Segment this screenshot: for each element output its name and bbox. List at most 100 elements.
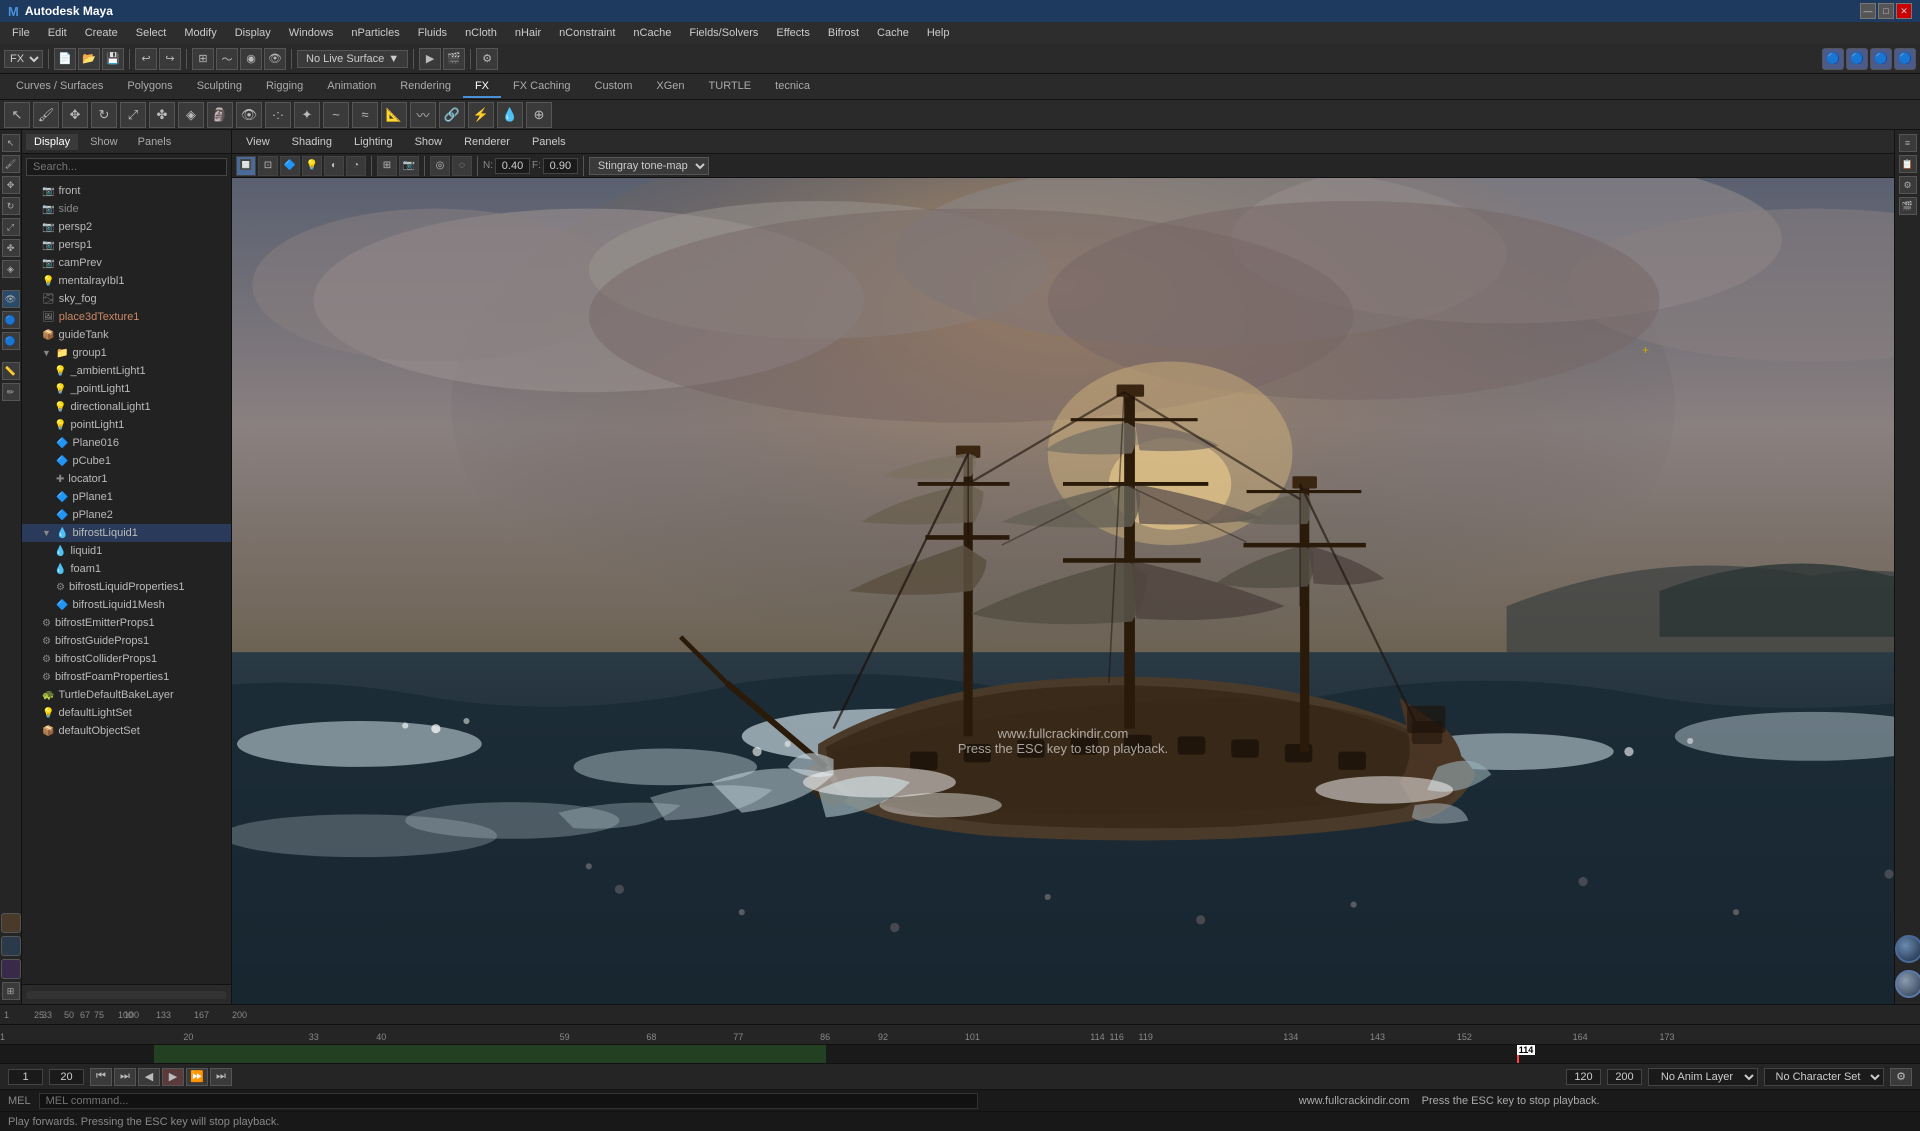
fx-move-btn[interactable]: ✥	[62, 102, 88, 128]
tree-item-pointlight2[interactable]: 💡pointLight1	[22, 416, 231, 434]
tone-map-select[interactable]: Stingray tone-map	[589, 157, 709, 175]
menu-bifrost[interactable]: Bifrost	[820, 25, 867, 41]
fx-emit-btn[interactable]: ✦	[294, 102, 320, 128]
renderer-menu[interactable]: Renderer	[456, 134, 518, 150]
mel-input[interactable]	[39, 1093, 979, 1109]
play-forward-btn[interactable]: ▶	[162, 1068, 184, 1086]
menu-cache[interactable]: Cache	[869, 25, 917, 41]
fx-select-btn[interactable]: ↖	[4, 102, 30, 128]
menu-nparticles[interactable]: nParticles	[343, 25, 407, 41]
fx-constraint-btn[interactable]: 🔗	[439, 102, 465, 128]
tree-item-bifrostprops[interactable]: ⚙bifrostLiquidProperties1	[22, 578, 231, 596]
tree-item-bifrostcollider[interactable]: ⚙bifrostColliderProps1	[22, 650, 231, 668]
tab-xgen[interactable]: XGen	[644, 76, 696, 98]
vp-grid-btn[interactable]: ⊞	[377, 156, 397, 176]
minimize-button[interactable]: —	[1860, 3, 1876, 19]
tab-animation[interactable]: Animation	[315, 76, 388, 98]
tree-item-locator1[interactable]: ✚locator1	[22, 470, 231, 488]
far-clip-input[interactable]	[543, 158, 578, 174]
tree-item-bifrostguide[interactable]: ⚙bifrostGuideProps1	[22, 632, 231, 650]
menu-fields-solvers[interactable]: Fields/Solvers	[681, 25, 766, 41]
menu-ncloth[interactable]: nCloth	[457, 25, 505, 41]
menu-edit[interactable]: Edit	[40, 25, 75, 41]
menu-nhair[interactable]: nHair	[507, 25, 549, 41]
color-1[interactable]	[1, 913, 21, 933]
new-scene-btn[interactable]: 📄	[54, 48, 76, 70]
menu-display[interactable]: Display	[227, 25, 279, 41]
vp-wire-btn[interactable]: ⊡	[258, 156, 278, 176]
tree-item-camprev[interactable]: 📷camPrev	[22, 254, 231, 272]
outliner-tab-panels[interactable]: Panels	[130, 134, 180, 150]
maximize-button[interactable]: □	[1878, 3, 1894, 19]
anim-options-btn[interactable]: ⚙	[1890, 1068, 1912, 1086]
tree-item-bifrostfoam[interactable]: ⚙bifrostFoamProperties1	[22, 668, 231, 686]
tree-item-pplane2[interactable]: 🔷pPlane2	[22, 506, 231, 524]
undo-btn[interactable]: ↩	[135, 48, 157, 70]
tree-item-ambientlight[interactable]: 💡_ambientLight1	[22, 362, 231, 380]
end-frame-input[interactable]	[1607, 1069, 1642, 1085]
outliner-tab-show[interactable]: Show	[82, 134, 126, 150]
tree-item-pplane1[interactable]: 🔷pPlane1	[22, 488, 231, 506]
tree-item-foam1[interactable]: 💧foam1	[22, 560, 231, 578]
measure-tool[interactable]: 📏	[2, 362, 20, 380]
channel-box-btn[interactable]: ≡	[1899, 134, 1917, 152]
snap-point-btn[interactable]: ◉	[240, 48, 262, 70]
tree-item-bifrostliquid[interactable]: ▼💧bifrostLiquid1	[22, 524, 231, 542]
anim-layer-select[interactable]: No Anim Layer	[1648, 1068, 1758, 1086]
tree-item-liquid1[interactable]: 💧liquid1	[22, 542, 231, 560]
scale-tool[interactable]: ⤢	[2, 218, 20, 236]
near-clip-input[interactable]	[495, 158, 530, 174]
menu-modify[interactable]: Modify	[176, 25, 224, 41]
right-tool-3[interactable]: 🔵	[1870, 48, 1892, 70]
snap-grid-btn[interactable]: ⊞	[192, 48, 214, 70]
tree-item-defaultobjset[interactable]: 📦defaultObjectSet	[22, 722, 231, 740]
paint-tool[interactable]: 🖌	[2, 155, 20, 173]
menu-create[interactable]: Create	[77, 25, 126, 41]
tab-custom[interactable]: Custom	[583, 76, 645, 98]
soft-select-tool[interactable]: ◈	[2, 260, 20, 278]
lighting-menu[interactable]: Lighting	[346, 134, 401, 150]
fx-ncloth-btn[interactable]: 📐	[381, 102, 407, 128]
snap-view-btn[interactable]: 👁	[264, 48, 286, 70]
color-2[interactable]	[1, 936, 21, 956]
tree-item-group1[interactable]: ▼📁group1	[22, 344, 231, 362]
right-tool-4[interactable]: 🔵	[1894, 48, 1916, 70]
redo-btn[interactable]: ↪	[159, 48, 181, 70]
tree-item-directionallight[interactable]: 💡directionalLight1	[22, 398, 231, 416]
tree-item-plane016[interactable]: 🔷Plane016	[22, 434, 231, 452]
tree-item-persp1[interactable]: 📷persp1	[22, 236, 231, 254]
menu-windows[interactable]: Windows	[281, 25, 342, 41]
fx-universal-btn[interactable]: ✤	[149, 102, 175, 128]
universal-tool[interactable]: ✤	[2, 239, 20, 257]
no-live-surface-button[interactable]: No Live Surface ▼	[297, 50, 408, 68]
char-set-select[interactable]: No Character Set	[1764, 1068, 1884, 1086]
play-back-btn[interactable]: ◀	[138, 1068, 160, 1086]
annotate-tool[interactable]: ✏	[2, 383, 20, 401]
fx-field-btn[interactable]: ⚡	[468, 102, 494, 128]
show-menu[interactable]: Show	[407, 134, 451, 150]
tree-item-side[interactable]: 📷side	[22, 200, 231, 218]
go-start-btn[interactable]: ⏮	[90, 1068, 112, 1086]
material-ball-1[interactable]	[1895, 935, 1920, 963]
vp-isolate-btn[interactable]: ◎	[430, 156, 450, 176]
tab-fx[interactable]: FX	[463, 76, 501, 98]
vp-shadow-btn[interactable]: ◐	[324, 156, 344, 176]
timeline-track[interactable]: 114	[0, 1045, 1920, 1063]
right-tool-2[interactable]: 🔵	[1846, 48, 1868, 70]
tab-polygons[interactable]: Polygons	[115, 76, 184, 98]
fx-ocean-btn[interactable]: ≈	[352, 102, 378, 128]
fx-scale-btn[interactable]: ⤢	[120, 102, 146, 128]
material-ball-2[interactable]	[1895, 970, 1920, 998]
menu-nconstraint[interactable]: nConstraint	[551, 25, 623, 41]
tree-item-turtle[interactable]: 🐢TurtleDefaultBakeLayer	[22, 686, 231, 704]
tree-item-skyfog[interactable]: 🌫sky_fog	[22, 290, 231, 308]
tree-item-guidetank[interactable]: 📦guideTank	[22, 326, 231, 344]
vp-camera-btn[interactable]: 📷	[399, 156, 419, 176]
tree-item-front[interactable]: 📷front	[22, 182, 231, 200]
snap-tool[interactable]: 🔵	[2, 311, 20, 329]
tree-item-bifrostemitter[interactable]: ⚙bifrostEmitterProps1	[22, 614, 231, 632]
range-start-input[interactable]	[49, 1069, 84, 1085]
attr-editor-btn[interactable]: 📋	[1899, 155, 1917, 173]
module-selector[interactable]: FX	[4, 50, 43, 68]
go-end-btn[interactable]: ⏭	[210, 1068, 232, 1086]
